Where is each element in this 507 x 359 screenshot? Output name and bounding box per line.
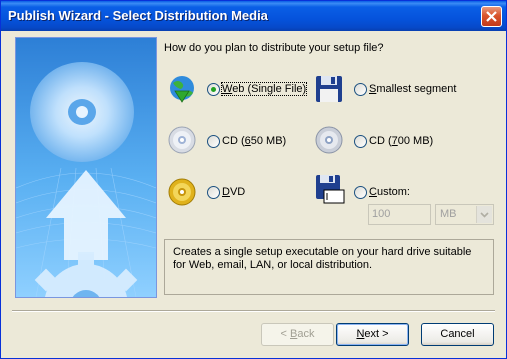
smallest-segment-label[interactable]: Smallest segment (369, 83, 456, 95)
custom-label[interactable]: Custom: (369, 186, 410, 198)
cd-arrow-gear-illustration (16, 38, 156, 297)
close-icon (486, 11, 497, 22)
custom-radio[interactable] (354, 186, 367, 199)
cd-700-icon (314, 125, 344, 155)
dvd-icon (167, 177, 197, 207)
wizard-side-image (15, 37, 157, 298)
back-button[interactable]: < Back (261, 323, 334, 346)
unit-select-value: MB (440, 208, 457, 220)
web-single-file-label[interactable]: Web (Single File) (220, 82, 308, 96)
cd-650-label[interactable]: CD (650 MB) (222, 135, 286, 147)
floppy-disk-icon (314, 74, 344, 104)
option-description: Creates a single setup executable on you… (164, 239, 494, 295)
publish-wizard-window: Publish Wizard - Select Distribution Med… (0, 0, 507, 359)
close-button[interactable] (481, 6, 502, 27)
cd-700-radio[interactable] (354, 135, 367, 148)
cancel-button[interactable]: Cancel (421, 323, 494, 346)
chevron-down-icon[interactable] (476, 206, 492, 223)
dvd-label[interactable]: DVD (222, 186, 245, 198)
next-button[interactable]: Next > (336, 323, 409, 346)
dvd-radio[interactable] (207, 186, 220, 199)
custom-unit-select[interactable]: MB (435, 204, 494, 225)
window-title: Publish Wizard - Select Distribution Med… (8, 8, 268, 23)
question-text: How do you plan to distribute your setup… (164, 42, 384, 54)
cd-700-label[interactable]: CD (700 MB) (369, 135, 433, 147)
floppy-custom-icon (314, 174, 345, 204)
cd-650-icon (167, 125, 197, 155)
globe-download-icon (167, 74, 197, 104)
cd-650-radio[interactable] (207, 135, 220, 148)
smallest-segment-radio[interactable] (354, 83, 367, 96)
title-bar[interactable]: Publish Wizard - Select Distribution Med… (1, 1, 506, 31)
footer-separator (12, 310, 495, 312)
dialog-content: How do you plan to distribute your setup… (4, 31, 503, 357)
web-single-file-radio[interactable] (207, 83, 220, 96)
custom-size-input[interactable]: 100 (368, 204, 431, 225)
